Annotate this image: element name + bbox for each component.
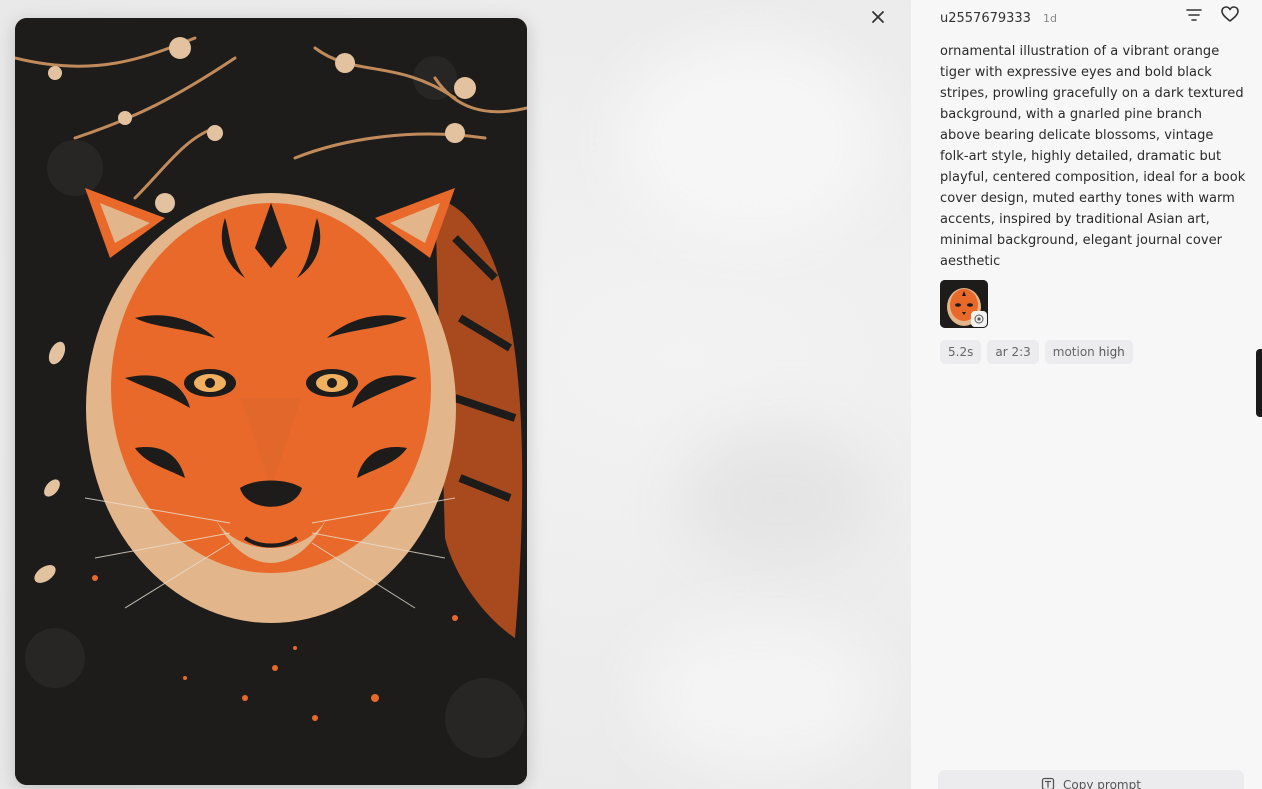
tag-duration[interactable]: 5.2s	[940, 340, 982, 364]
prompt-text: ornamental illustration of a vibrant ora…	[940, 44, 1246, 269]
next-image-peek[interactable]	[1256, 349, 1262, 417]
options-button[interactable]	[1184, 6, 1204, 26]
username-link[interactable]: u2557679333	[940, 11, 1031, 26]
tag-motion-value: high	[1098, 345, 1125, 359]
generated-image[interactable]	[15, 18, 527, 785]
close-button[interactable]	[866, 6, 890, 30]
close-icon	[871, 9, 885, 28]
copy-prompt-label: Copy prompt	[1063, 778, 1141, 789]
tag-motion-key: motion	[1052, 345, 1095, 359]
tag-aspect-ratio[interactable]: ar 2:3	[987, 340, 1039, 364]
panel-header: u2557679333 1d	[940, 6, 1240, 28]
copy-prompt-button[interactable]: Copy prompt	[938, 770, 1244, 789]
filter-lines-icon	[1186, 7, 1202, 26]
parameter-tags: 5.2s ar 2:3 motion high	[940, 340, 1133, 364]
video-badge-icon	[971, 311, 987, 327]
tag-motion[interactable]: motion high	[1044, 340, 1133, 364]
like-button[interactable]	[1220, 6, 1240, 26]
copy-text-icon	[1041, 777, 1055, 789]
details-panel: u2557679333 1d ornamental illustration o…	[911, 0, 1262, 789]
heart-icon	[1221, 6, 1239, 26]
header-actions	[1184, 6, 1240, 26]
tiger-artwork	[15, 18, 527, 785]
time-ago: 1d	[1042, 11, 1057, 25]
reference-thumbnail[interactable]	[940, 280, 988, 328]
